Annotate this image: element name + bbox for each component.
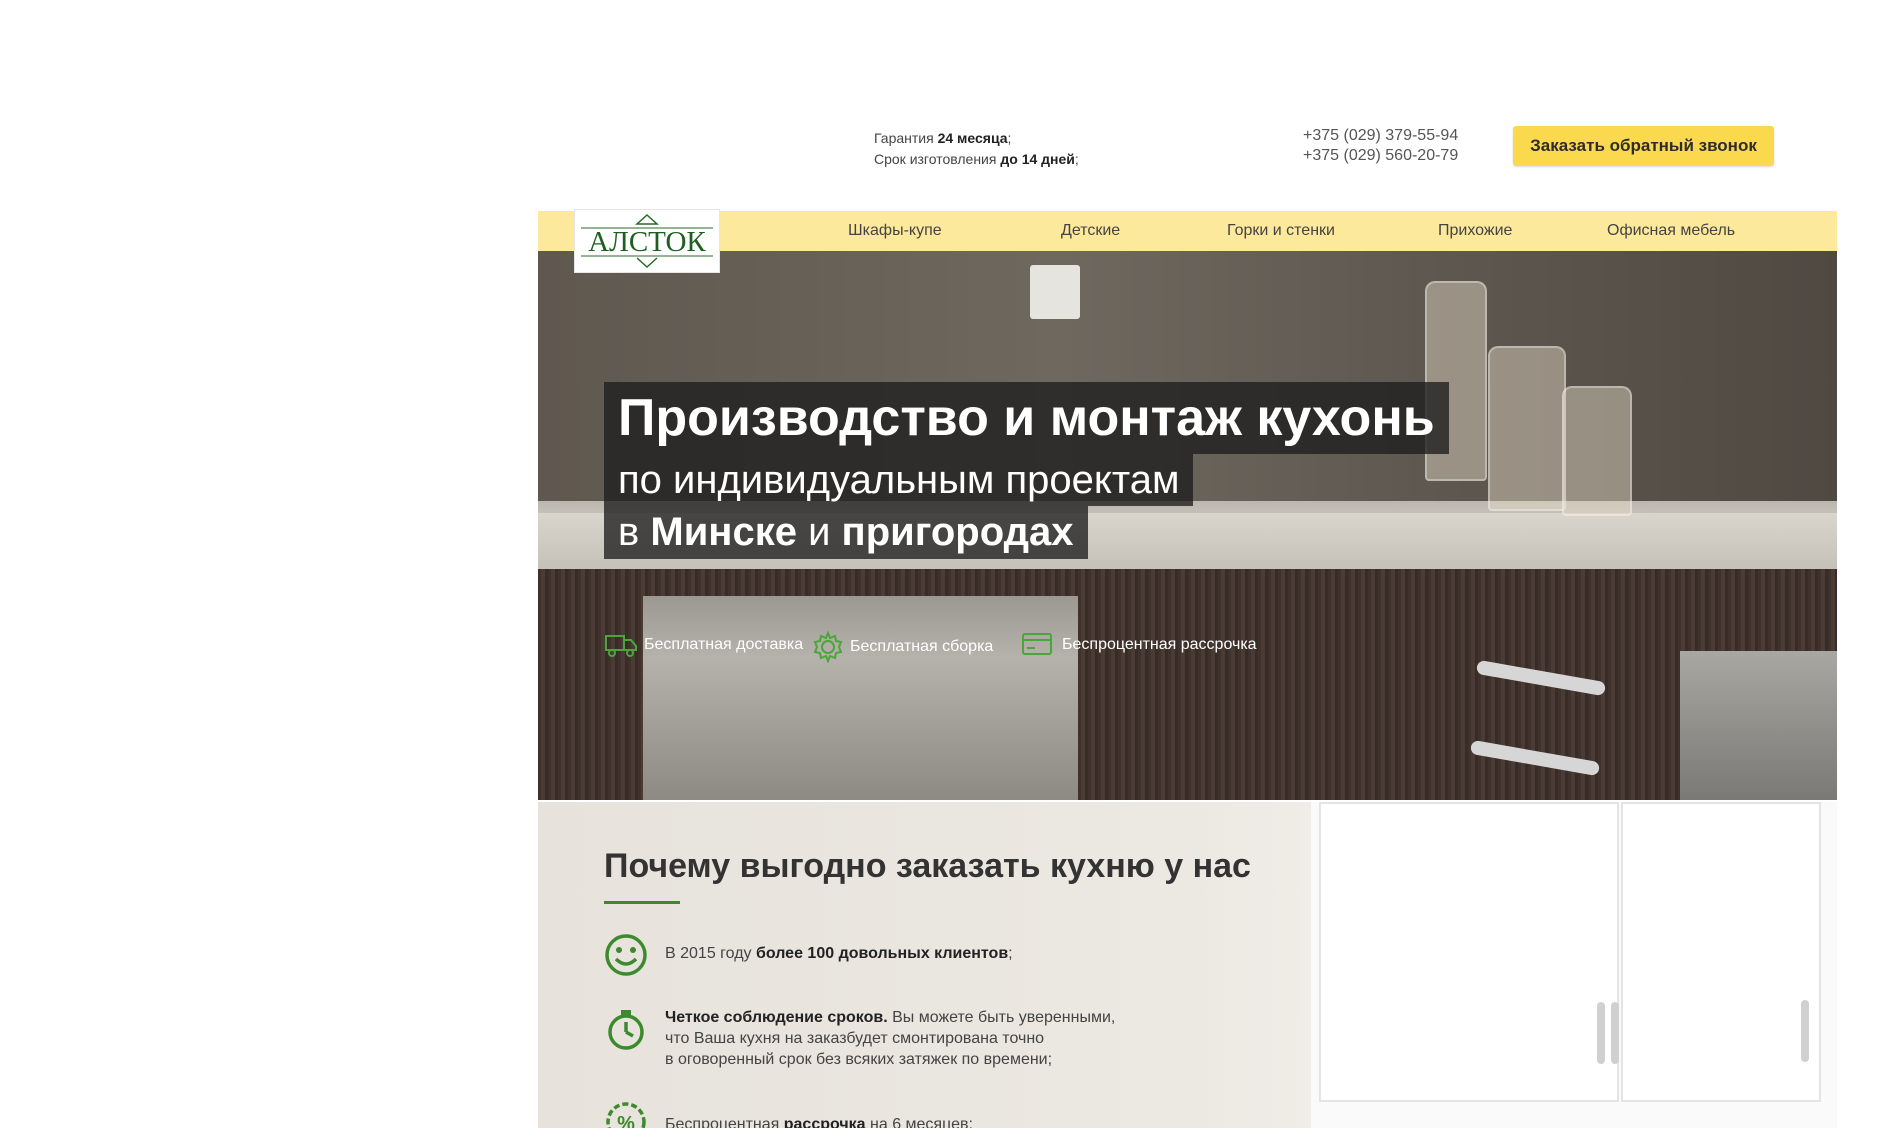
door-knob: [1801, 1000, 1809, 1062]
socket-image: [1030, 265, 1080, 319]
jar-image: [1562, 386, 1632, 516]
percent-icon: %: [606, 1102, 646, 1128]
hero-banner: Производство и монтаж кухонь по индивиду…: [538, 251, 1837, 800]
smile-icon: [605, 934, 647, 976]
phone-list: +375 (029) 379-55-94 +375 (029) 560-20-7…: [1303, 126, 1458, 166]
phone-2[interactable]: +375 (029) 560-20-79: [1303, 146, 1458, 166]
hero-subtitle: по индивидуальным проектам: [604, 454, 1194, 506]
main-nav: Шкафы-купе Детские Горки и стенки Прихож…: [538, 211, 1837, 251]
production-time-line: Срок изготовления до 14 дней;: [874, 151, 1079, 167]
guarantee-line: Гарантия 24 месяца;: [874, 130, 1012, 146]
why-item-clients: В 2015 году более 100 довольных клиентов…: [604, 933, 1013, 977]
why-item-text: В 2015 году более 100 довольных клиентов…: [665, 945, 1013, 962]
feature-assembly: Бесплатная сборка: [812, 631, 993, 663]
nav-item-wardrobes[interactable]: Шкафы-купе: [848, 211, 942, 251]
why-item-text: Четкое соблюдение сроков. Вы можете быть…: [665, 1009, 1116, 1068]
title-underline: [604, 901, 680, 904]
cabinet-door: [1319, 802, 1619, 1102]
nav-item-office[interactable]: Офисная мебель: [1607, 211, 1735, 251]
nav-item-walls[interactable]: Горки и стенки: [1227, 211, 1335, 251]
door-knob: [1611, 1002, 1619, 1064]
why-item-deadlines: Четкое соблюдение сроков. Вы можете быть…: [604, 1007, 1115, 1070]
logo-mark: АЛСТОК: [581, 213, 713, 269]
logo-text: АЛСТОК: [588, 226, 706, 258]
why-item-installment: % Беспроцентная рассрочка на 6 месяцев;: [604, 1100, 973, 1128]
door-knob: [1597, 1002, 1605, 1064]
truck-icon: [605, 635, 637, 657]
callback-button[interactable]: Заказать обратный звонок: [1513, 126, 1774, 166]
hero-location: в Минске и пригородах: [604, 506, 1088, 559]
hero-dishwasher: [643, 596, 1078, 800]
why-background-cabinets: [1311, 802, 1837, 1128]
hero-oven: [1680, 651, 1837, 800]
why-item-text: Беспроцентная рассрочка на 6 месяцев;: [665, 1116, 973, 1128]
card-icon: [1022, 633, 1052, 655]
hero-title: Производство и монтаж кухонь: [604, 382, 1449, 454]
jar-image: [1488, 346, 1566, 511]
gear-icon: [813, 631, 843, 663]
svg-text:%: %: [617, 1113, 635, 1128]
stopwatch-icon: [608, 1010, 644, 1050]
why-section: Почему выгодно заказать кухню у нас В 20…: [538, 802, 1837, 1128]
feature-installment: Беспроцентная рассрочка: [1020, 631, 1257, 659]
feature-delivery: Бесплатная доставка: [604, 631, 803, 659]
cabinet-door: [1621, 802, 1821, 1102]
why-title: Почему выгодно заказать кухню у нас: [604, 847, 1251, 885]
phone-1[interactable]: +375 (029) 379-55-94: [1303, 126, 1458, 146]
nav-item-hallways[interactable]: Прихожие: [1438, 211, 1512, 251]
site-logo[interactable]: АЛСТОК: [574, 209, 720, 273]
header-info: Гарантия 24 месяца; Срок изготовления до…: [874, 128, 1079, 170]
nav-item-kids[interactable]: Детские: [1061, 211, 1120, 251]
